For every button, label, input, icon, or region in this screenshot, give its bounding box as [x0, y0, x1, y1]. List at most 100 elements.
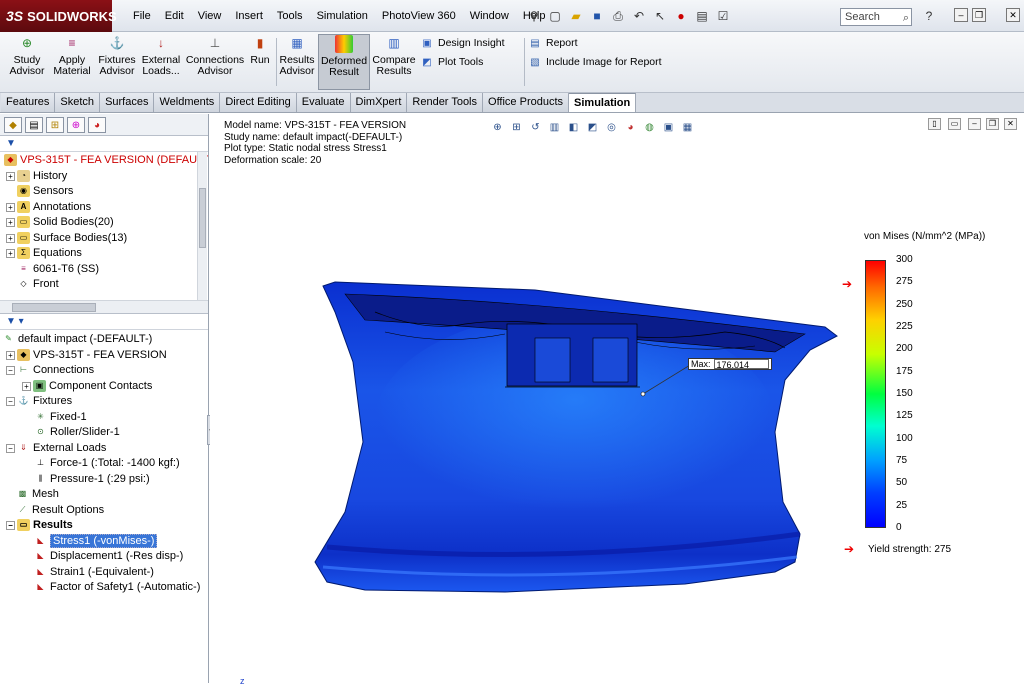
tab-sketch[interactable]: Sketch: [55, 93, 101, 112]
menu-simulation[interactable]: Simulation: [310, 10, 375, 22]
search-input[interactable]: Search ⌕: [840, 8, 912, 26]
fixtures-advisor-button[interactable]: ⚓ Fixtures Advisor: [96, 34, 138, 90]
scroll-thumb[interactable]: [12, 303, 96, 312]
search-icon[interactable]: ⌕: [903, 10, 909, 26]
menu-tools[interactable]: Tools: [270, 10, 310, 22]
select-arrow-icon[interactable]: ↖: [651, 7, 669, 25]
tree-item-part[interactable]: + ◆ VPS-315T - FEA VERSION: [6, 348, 167, 363]
compare-results-button[interactable]: ▥ Compare Results: [372, 34, 415, 90]
tree-item-stress1[interactable]: ◣ Stress1 (-vonMises-): [34, 534, 158, 549]
menu-insert[interactable]: Insert: [228, 10, 270, 22]
tree-item-roller-slider[interactable]: ⊙ Roller/Slider-1: [34, 425, 120, 440]
feature-tree-hscrollbar[interactable]: [0, 300, 208, 314]
property-manager-icon[interactable]: ▤: [25, 117, 43, 133]
tree-item-pressure-1[interactable]: ⫼ Pressure-1 (:29 psi:): [34, 472, 150, 487]
section-view-icon[interactable]: ▥: [547, 120, 562, 135]
menu-file[interactable]: File: [126, 10, 158, 22]
viewport-close-button[interactable]: ✕: [1004, 118, 1017, 130]
tree-item-fixtures[interactable]: − ⚓ Fixtures: [6, 394, 72, 409]
menu-view[interactable]: View: [191, 10, 229, 22]
tab-render-tools[interactable]: Render Tools: [407, 93, 484, 112]
tree-item-force-1[interactable]: ⊥ Force-1 (:Total: -1400 kgf:): [34, 456, 180, 471]
tree-item-results[interactable]: − ▭ Results: [6, 518, 73, 533]
split-view-icon[interactable]: ▯: [928, 118, 941, 130]
external-loads-button[interactable]: ↓ External Loads...: [140, 34, 182, 90]
tab-features[interactable]: Features: [1, 93, 56, 112]
stress-plot-model[interactable]: [305, 272, 855, 602]
results-advisor-button[interactable]: ▦ Results Advisor: [280, 34, 315, 90]
tile-view-icon[interactable]: ▭: [948, 118, 961, 130]
undo-icon[interactable]: ↶: [630, 7, 648, 25]
menu-edit[interactable]: Edit: [158, 10, 191, 22]
dimxpert-icon[interactable]: ⊕: [67, 117, 85, 133]
plot-tools-button[interactable]: ◩ Plot Tools: [420, 55, 483, 69]
tree-item-strain1[interactable]: ◣ Strain1 (-Equivalent-): [34, 565, 154, 580]
solidworks-logo[interactable]: 3S SOLIDWORKS: [0, 0, 117, 32]
save-icon[interactable]: ■: [588, 7, 606, 25]
zoom-to-area-icon[interactable]: ⊞: [509, 120, 524, 135]
tab-dimxpert[interactable]: DimXpert: [350, 93, 408, 112]
study-advisor-button[interactable]: ⊕ Study Advisor: [8, 34, 46, 90]
viewport-restore-button[interactable]: ❐: [986, 118, 999, 130]
tab-evaluate[interactable]: Evaluate: [296, 93, 351, 112]
view-settings-icon[interactable]: ▣: [661, 120, 676, 135]
open-folder-icon[interactable]: ▰: [567, 7, 585, 25]
tree-item-front-plane[interactable]: +◇Front: [6, 277, 58, 292]
tree-item-component-contacts[interactable]: + ▣ Component Contacts: [22, 379, 152, 394]
include-image-button[interactable]: ▧ Include Image for Report: [528, 55, 661, 69]
view-orientation-icon[interactable]: ◧: [566, 120, 581, 135]
tree-item-surface-bodies[interactable]: + ▭ Surface Bodies(13): [6, 231, 127, 246]
edit-appearance-icon[interactable]: ◕: [623, 120, 638, 135]
tree-item-solid-bodies[interactable]: + ▭ Solid Bodies(20): [6, 215, 114, 230]
tree-item-sensors[interactable]: +◉Sensors: [6, 184, 73, 199]
tab-weldments[interactable]: Weldments: [154, 93, 221, 112]
tree-item-result-options[interactable]: ⟋ Result Options: [16, 503, 104, 518]
tree-study-root[interactable]: ✎ default impact (-DEFAULT-): [2, 332, 152, 347]
tab-office-products[interactable]: Office Products: [483, 93, 570, 112]
configuration-manager-icon[interactable]: ⊞: [46, 117, 64, 133]
deformed-result-button[interactable]: Deformed Result: [318, 34, 370, 90]
design-insight-button[interactable]: ▣ Design Insight: [420, 36, 504, 50]
close-button[interactable]: ✕: [1006, 8, 1020, 22]
tree-item-history[interactable]: + ◔ History: [6, 169, 67, 184]
tree-item-external-loads[interactable]: − ⇓ External Loads: [6, 441, 106, 456]
options-icon[interactable]: ☑: [714, 7, 732, 25]
report-button[interactable]: ▤ Report: [528, 36, 577, 50]
tree-item-connections[interactable]: − ⊢ Connections: [6, 363, 94, 378]
help-icon[interactable]: ?: [920, 7, 938, 25]
tree-root-part[interactable]: ◆ VPS-315T - FEA VERSION (DEFAULT: [4, 153, 208, 168]
tree-item-annotations[interactable]: + A Annotations: [6, 200, 91, 215]
tree-item-fixed-1[interactable]: ✳ Fixed-1: [34, 410, 87, 425]
menu-window[interactable]: Window: [463, 10, 516, 22]
previous-view-icon[interactable]: ↺: [528, 120, 543, 135]
pin-icon[interactable]: ⚲: [525, 7, 543, 25]
print-icon[interactable]: ⎙: [609, 7, 627, 25]
display-manager-icon[interactable]: ◕: [88, 117, 106, 133]
hide-show-icon[interactable]: ◎: [604, 120, 619, 135]
file-properties-icon[interactable]: ▤: [693, 7, 711, 25]
graphics-area[interactable]: Model name: VPS-315T - FEA VERSION Study…: [210, 114, 1024, 686]
zoom-to-fit-icon[interactable]: ⊕: [490, 120, 505, 135]
tab-direct-editing[interactable]: Direct Editing: [220, 93, 297, 112]
filter-icon[interactable]: ▼: [0, 136, 208, 152]
apply-scene-icon[interactable]: ◍: [642, 120, 657, 135]
restore-button[interactable]: ❐: [972, 8, 986, 22]
tree-item-material[interactable]: +≡6061-T6 (SS): [6, 262, 99, 277]
minimize-button[interactable]: –: [954, 8, 968, 22]
tab-simulation[interactable]: Simulation: [569, 93, 637, 112]
tree-item-equations[interactable]: + Σ Equations: [6, 246, 82, 261]
run-button[interactable]: ▮ Run: [248, 34, 272, 90]
display-plot-icon[interactable]: ▦: [680, 120, 695, 135]
simulation-filter-icon[interactable]: ▼ ▾: [0, 314, 208, 330]
tree-item-displacement1[interactable]: ◣ Displacement1 (-Res disp-): [34, 549, 183, 564]
new-document-icon[interactable]: ▢: [546, 7, 564, 25]
feature-tree-scrollbar[interactable]: [197, 152, 207, 300]
scroll-thumb[interactable]: [199, 188, 206, 248]
menu-photoview[interactable]: PhotoView 360: [375, 10, 463, 22]
connections-advisor-button[interactable]: ⊥ Connections Advisor: [186, 34, 244, 90]
tree-item-mesh[interactable]: ▩ Mesh: [16, 487, 59, 502]
rebuild-icon[interactable]: ●: [672, 7, 690, 25]
viewport-minimize-button[interactable]: –: [968, 118, 981, 130]
tab-surfaces[interactable]: Surfaces: [100, 93, 155, 112]
feature-manager-icon[interactable]: ◆: [4, 117, 22, 133]
